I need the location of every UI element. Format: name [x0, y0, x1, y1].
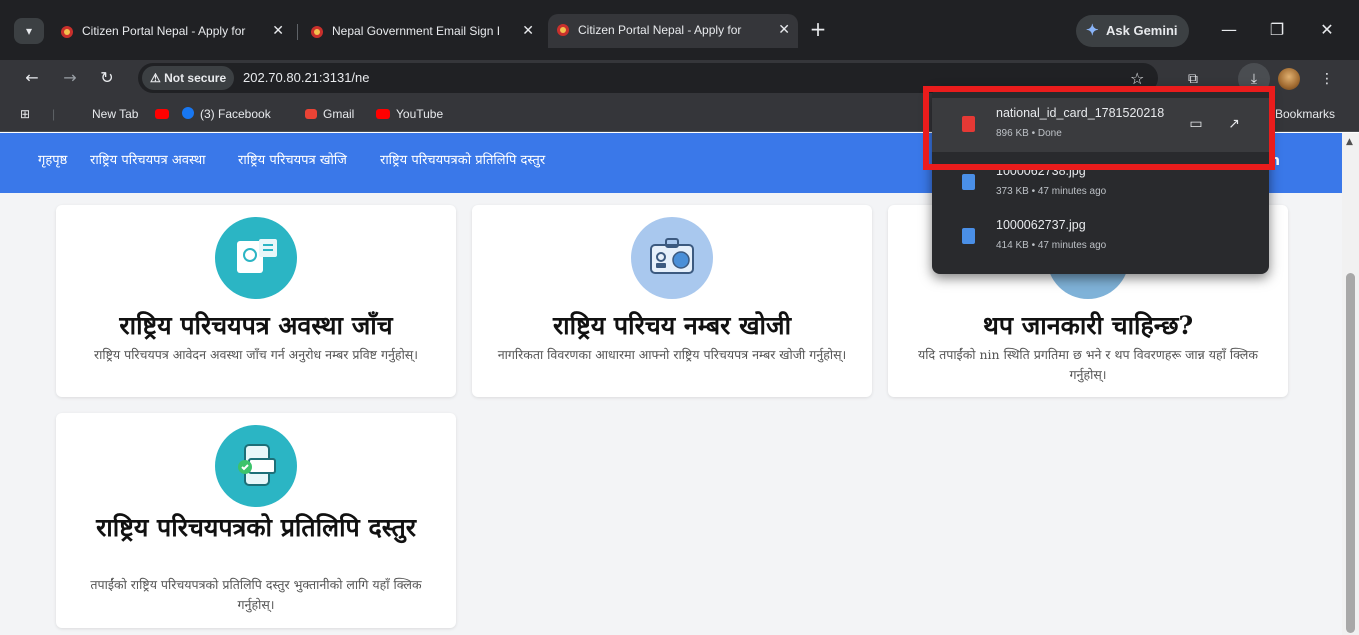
- card-nid-status[interactable]: राष्ट्रिय परिचयपत्र अवस्था जाँच राष्ट्रि…: [56, 205, 456, 397]
- card-description: राष्ट्रिय परिचयपत्र आवेदन अवस्था जाँच गर…: [93, 347, 418, 362]
- youtube-icon: [376, 109, 390, 119]
- nepal-emblem-icon: [557, 24, 569, 36]
- nav-nid-copy-fee[interactable]: राष्ट्रिय परिचयपत्रको प्रतिलिपि दस्तुर: [380, 133, 545, 189]
- minimize-icon[interactable]: —: [1214, 16, 1244, 44]
- close-icon[interactable]: ✕: [272, 16, 284, 46]
- gmail-icon: [305, 109, 317, 119]
- card-title: थप जानकारी चाहिन्छ?: [982, 311, 1194, 340]
- bookmark-label: (3) Facebook: [200, 107, 271, 121]
- download-item[interactable]: 1000062737.jpg 414 KB • 47 minutes ago: [932, 210, 1269, 264]
- tab-search-icon[interactable]: ▾: [14, 18, 44, 44]
- reload-icon[interactable]: ↻: [93, 64, 121, 92]
- new-tab-icon[interactable]: +: [806, 18, 830, 42]
- bookmark-youtube-icon-only[interactable]: [155, 98, 175, 130]
- menu-kebab-icon[interactable]: ⋮: [1314, 65, 1340, 93]
- youtube-icon: [155, 109, 169, 119]
- restore-icon[interactable]: ❐: [1262, 16, 1292, 44]
- bookmark-gmail[interactable]: Gmail: [305, 98, 354, 130]
- browser-tab-bar: ▾ Citizen Portal Nepal - Apply for ✕ Nep…: [0, 0, 1359, 60]
- tab-title: Citizen Portal Nepal - Apply for: [82, 24, 246, 38]
- all-bookmarks[interactable]: Bookmarks: [1275, 98, 1335, 130]
- bookmark-divider: |: [52, 107, 56, 121]
- card-title: राष्ट्रिय परिचयपत्र अवस्था जाँच: [119, 311, 393, 340]
- not-secure-chip[interactable]: ⚠ Not secure: [142, 66, 235, 90]
- image-file-icon: [962, 228, 975, 244]
- bookmark-facebook[interactable]: (3) Facebook: [182, 98, 271, 130]
- ask-gemini-button[interactable]: ✦ Ask Gemini: [1076, 15, 1189, 47]
- bookmark-label: New Tab: [92, 107, 139, 121]
- nav-nid-search[interactable]: राष्ट्रिय परिचयपत्र खोजि: [238, 133, 347, 189]
- back-arrow-icon[interactable]: ←: [18, 64, 46, 92]
- nav-home[interactable]: गृहपृष्ठ: [38, 133, 67, 189]
- scroll-thumb[interactable]: [1346, 273, 1355, 633]
- card-nin-search[interactable]: राष्ट्रिय परिचय नम्बर खोजी नागरिकता विवर…: [472, 205, 872, 397]
- warning-icon: ⚠: [150, 71, 161, 85]
- facebook-icon: [182, 107, 194, 119]
- bookmark-youtube[interactable]: YouTube: [376, 98, 443, 130]
- id-badge-globe-icon: [631, 217, 713, 299]
- card-title: राष्ट्रिय परिचय नम्बर खोजी: [552, 311, 792, 340]
- card-nid-copy-fee[interactable]: राष्ट्रिय परिचयपत्रको प्रतिलिपि दस्तुर त…: [56, 413, 456, 628]
- tab-citizen-portal-active[interactable]: Citizen Portal Nepal - Apply for ✕: [548, 14, 798, 48]
- not-secure-label: Not secure: [164, 71, 227, 85]
- scroll-up-arrow-icon[interactable]: ▲: [1346, 137, 1353, 147]
- nav-nid-status[interactable]: राष्ट्रिय परिचयपत्र अवस्था: [90, 133, 206, 189]
- window-close-icon[interactable]: ✕: [1312, 16, 1342, 44]
- profile-avatar[interactable]: [1278, 68, 1300, 90]
- close-icon[interactable]: ✕: [522, 16, 534, 46]
- close-icon[interactable]: ✕: [778, 14, 790, 46]
- gemini-sparkle-icon: ✦: [1086, 22, 1099, 39]
- download-meta: 414 KB • 47 minutes ago: [996, 240, 1107, 251]
- download-file-name: 1000062737.jpg: [996, 218, 1086, 232]
- tab-separator: [297, 24, 298, 40]
- forward-arrow-icon[interactable]: →: [56, 64, 84, 92]
- tab-title: Citizen Portal Nepal - Apply for: [578, 23, 742, 37]
- bookmark-label: YouTube: [396, 107, 444, 121]
- url-text[interactable]: 202.70.80.21:3131/ne: [243, 63, 370, 93]
- card-description: नागरिकता विवरणका आधारमा आफ्नो राष्ट्रिय …: [497, 347, 847, 362]
- card-description: यदि तपाईंको nin स्थिति प्रगतिमा छ भने र …: [918, 347, 1258, 382]
- card-description: तपाईंको राष्ट्रिय परिचयपत्रको प्रतिलिपि …: [90, 577, 422, 612]
- mobile-payment-icon: [215, 425, 297, 507]
- tab-title: Nepal Government Email Sign I: [332, 24, 501, 38]
- card-title: राष्ट्रिय परिचयपत्रको प्रतिलिपि दस्तुर: [96, 513, 416, 542]
- tab-citizen-portal-1[interactable]: Citizen Portal Nepal - Apply for ✕: [52, 16, 292, 46]
- gemini-label: Ask Gemini: [1106, 23, 1178, 38]
- tab-email-signin[interactable]: Nepal Government Email Sign I ✕: [302, 16, 542, 46]
- nepal-emblem-icon: [61, 26, 73, 38]
- bookmark-label: Gmail: [323, 107, 355, 121]
- nepal-emblem-icon: [311, 26, 323, 38]
- download-meta: 373 KB • 47 minutes ago: [996, 186, 1107, 197]
- red-highlight-box: [923, 86, 1275, 170]
- page-scrollbar[interactable]: ▲: [1342, 133, 1359, 635]
- bookmark-new-tab[interactable]: New Tab: [92, 98, 138, 130]
- id-card-icon: [215, 217, 297, 299]
- image-file-icon: [962, 174, 975, 190]
- apps-grid-icon[interactable]: ⊞: [20, 98, 30, 130]
